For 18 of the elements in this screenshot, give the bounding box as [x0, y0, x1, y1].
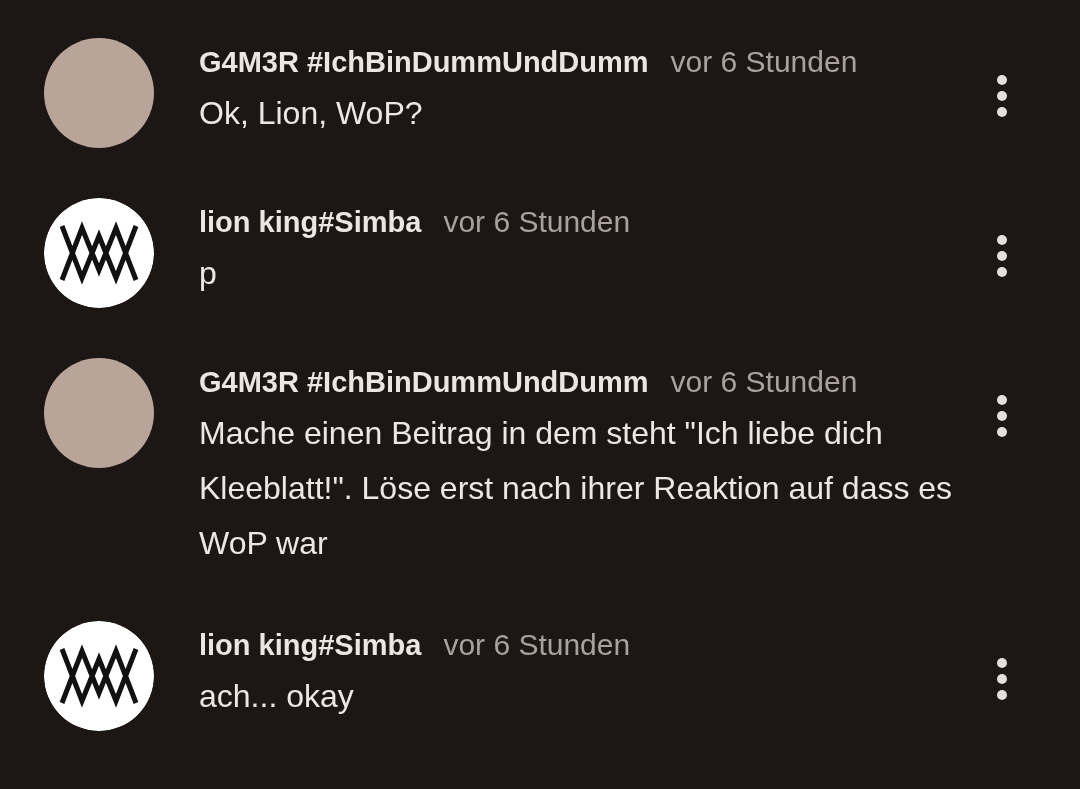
avatar-logo-icon[interactable]: [44, 198, 154, 308]
more-options-icon[interactable]: [996, 74, 1008, 118]
comment-time: vor 6 Stunden: [670, 365, 858, 399]
author-name[interactable]: G4M3R #IchBinDummUndDumm: [199, 45, 649, 79]
comment-time: vor 6 Stunden: [443, 628, 631, 662]
comment-time: vor 6 Stunden: [443, 205, 631, 239]
more-options-icon[interactable]: [996, 234, 1008, 278]
comment-text: Ok, Lion, WoP?: [199, 94, 424, 133]
comment-text: p: [199, 254, 218, 293]
more-options-icon[interactable]: [996, 657, 1008, 701]
author-name[interactable]: lion king#Simba: [199, 205, 422, 239]
comment-text: Mache einen Beitrag in dem steht "Ich liebe dich Kleeblatt!". Löse erst nach ihrer Reaktion auf dass es WoP war: [199, 414, 954, 563]
comment-time: vor 6 Stunden: [670, 45, 858, 79]
comment-text: ach... okay: [199, 677, 355, 716]
more-options-icon[interactable]: [996, 394, 1008, 438]
author-name[interactable]: G4M3R #IchBinDummUndDumm: [199, 365, 649, 399]
avatar-logo-icon[interactable]: [44, 621, 154, 731]
author-name[interactable]: lion king#Simba: [199, 628, 422, 662]
